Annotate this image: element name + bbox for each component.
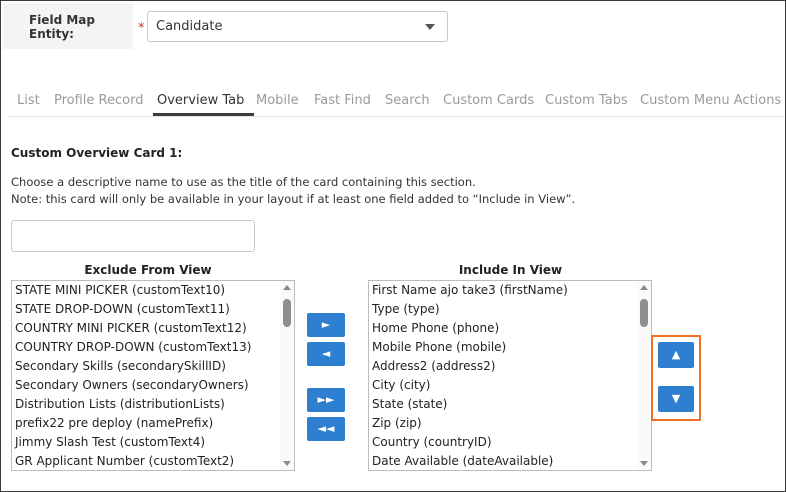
tab-custom-tabs[interactable]: Custom Tabs	[545, 93, 628, 108]
scroll-down-icon[interactable]	[640, 461, 648, 466]
section-title: Custom Overview Card 1:	[11, 146, 183, 160]
field-map-entity-label: Field Map Entity:	[29, 13, 95, 41]
entity-label-panel: Field Map Entity:	[3, 3, 133, 49]
list-item[interactable]: Mobile Phone (mobile)	[369, 338, 637, 357]
include-scrollbar[interactable]	[637, 281, 651, 470]
list-item[interactable]: State (state)	[369, 395, 637, 414]
list-item[interactable]: Secondary Owners (secondaryOwners)	[12, 376, 280, 395]
list-item[interactable]: Type (type)	[369, 300, 637, 319]
field-map-entity-select[interactable]: Candidate	[147, 11, 448, 42]
section-note: Note: this card will only be available i…	[11, 192, 576, 206]
scroll-down-icon[interactable]	[283, 461, 291, 466]
tab-profile-record[interactable]: Profile Record	[54, 93, 143, 108]
required-marker: *	[138, 21, 145, 36]
tab-bar: List Profile Record Overview Tab Mobile …	[9, 89, 783, 117]
add-all-button[interactable]: ►►	[307, 388, 345, 412]
list-item[interactable]: Secondary Skills (secondarySkillID)	[12, 357, 280, 376]
tab-custom-menu-actions[interactable]: Custom Menu Actions	[640, 93, 781, 108]
move-down-button[interactable]: ▼	[658, 386, 694, 412]
list-item[interactable]: Home Phone (phone)	[369, 319, 637, 338]
scroll-up-icon[interactable]	[640, 285, 648, 290]
tab-mobile[interactable]: Mobile	[256, 93, 299, 108]
list-item[interactable]: City (city)	[369, 376, 637, 395]
scroll-up-icon[interactable]	[283, 285, 291, 290]
move-up-button[interactable]: ▲	[658, 342, 694, 368]
list-item[interactable]: STATE DROP-DOWN (customText11)	[12, 300, 280, 319]
list-item[interactable]: COUNTRY DROP-DOWN (customText13)	[12, 338, 280, 357]
tab-custom-cards[interactable]: Custom Cards	[443, 93, 534, 108]
include-list[interactable]: First Name ajo take3 (firstName) Type (t…	[368, 280, 652, 471]
tab-fast-find[interactable]: Fast Find	[314, 93, 371, 108]
list-item[interactable]: STATE MINI PICKER (customText10)	[12, 281, 280, 300]
list-item[interactable]: Distribution Lists (distributionLists)	[12, 395, 280, 414]
tab-search[interactable]: Search	[385, 93, 430, 108]
tab-list[interactable]: List	[17, 93, 40, 108]
remove-selected-button[interactable]: ◄	[307, 342, 345, 366]
page-frame: Field Map Entity: * Candidate List Profi…	[0, 0, 786, 492]
entity-select-value: Candidate	[156, 19, 223, 34]
scroll-thumb[interactable]	[283, 299, 291, 327]
list-item[interactable]: Zip (zip)	[369, 414, 637, 433]
remove-all-button[interactable]: ◄◄	[307, 417, 345, 441]
exclude-scrollbar[interactable]	[280, 281, 294, 470]
active-tab-indicator	[153, 113, 254, 116]
list-item[interactable]: COUNTRY MINI PICKER (customText12)	[12, 319, 280, 338]
exclude-list[interactable]: STATE MINI PICKER (customText10) STATE D…	[11, 280, 295, 471]
exclude-heading: Exclude From View	[84, 263, 212, 277]
list-item[interactable]: Jimmy Slash Test (customText4)	[12, 433, 280, 452]
add-selected-button[interactable]: ►	[307, 313, 345, 337]
scroll-thumb[interactable]	[640, 299, 648, 327]
list-item[interactable]: First Name ajo take3 (firstName)	[369, 281, 637, 300]
chevron-down-icon	[425, 24, 435, 30]
list-item[interactable]: prefix22 pre deploy (namePrefix)	[12, 414, 280, 433]
card-title-input[interactable]	[11, 220, 255, 252]
list-item[interactable]: Country (countryID)	[369, 433, 637, 452]
tab-overview[interactable]: Overview Tab	[157, 93, 244, 108]
list-item[interactable]: Address2 (address2)	[369, 357, 637, 376]
list-item[interactable]: GR Applicant Number (customText2)	[12, 452, 280, 470]
include-heading: Include In View	[458, 263, 563, 277]
section-description: Choose a descriptive name to use as the …	[11, 175, 476, 189]
list-item[interactable]: Date Available (dateAvailable)	[369, 452, 637, 470]
